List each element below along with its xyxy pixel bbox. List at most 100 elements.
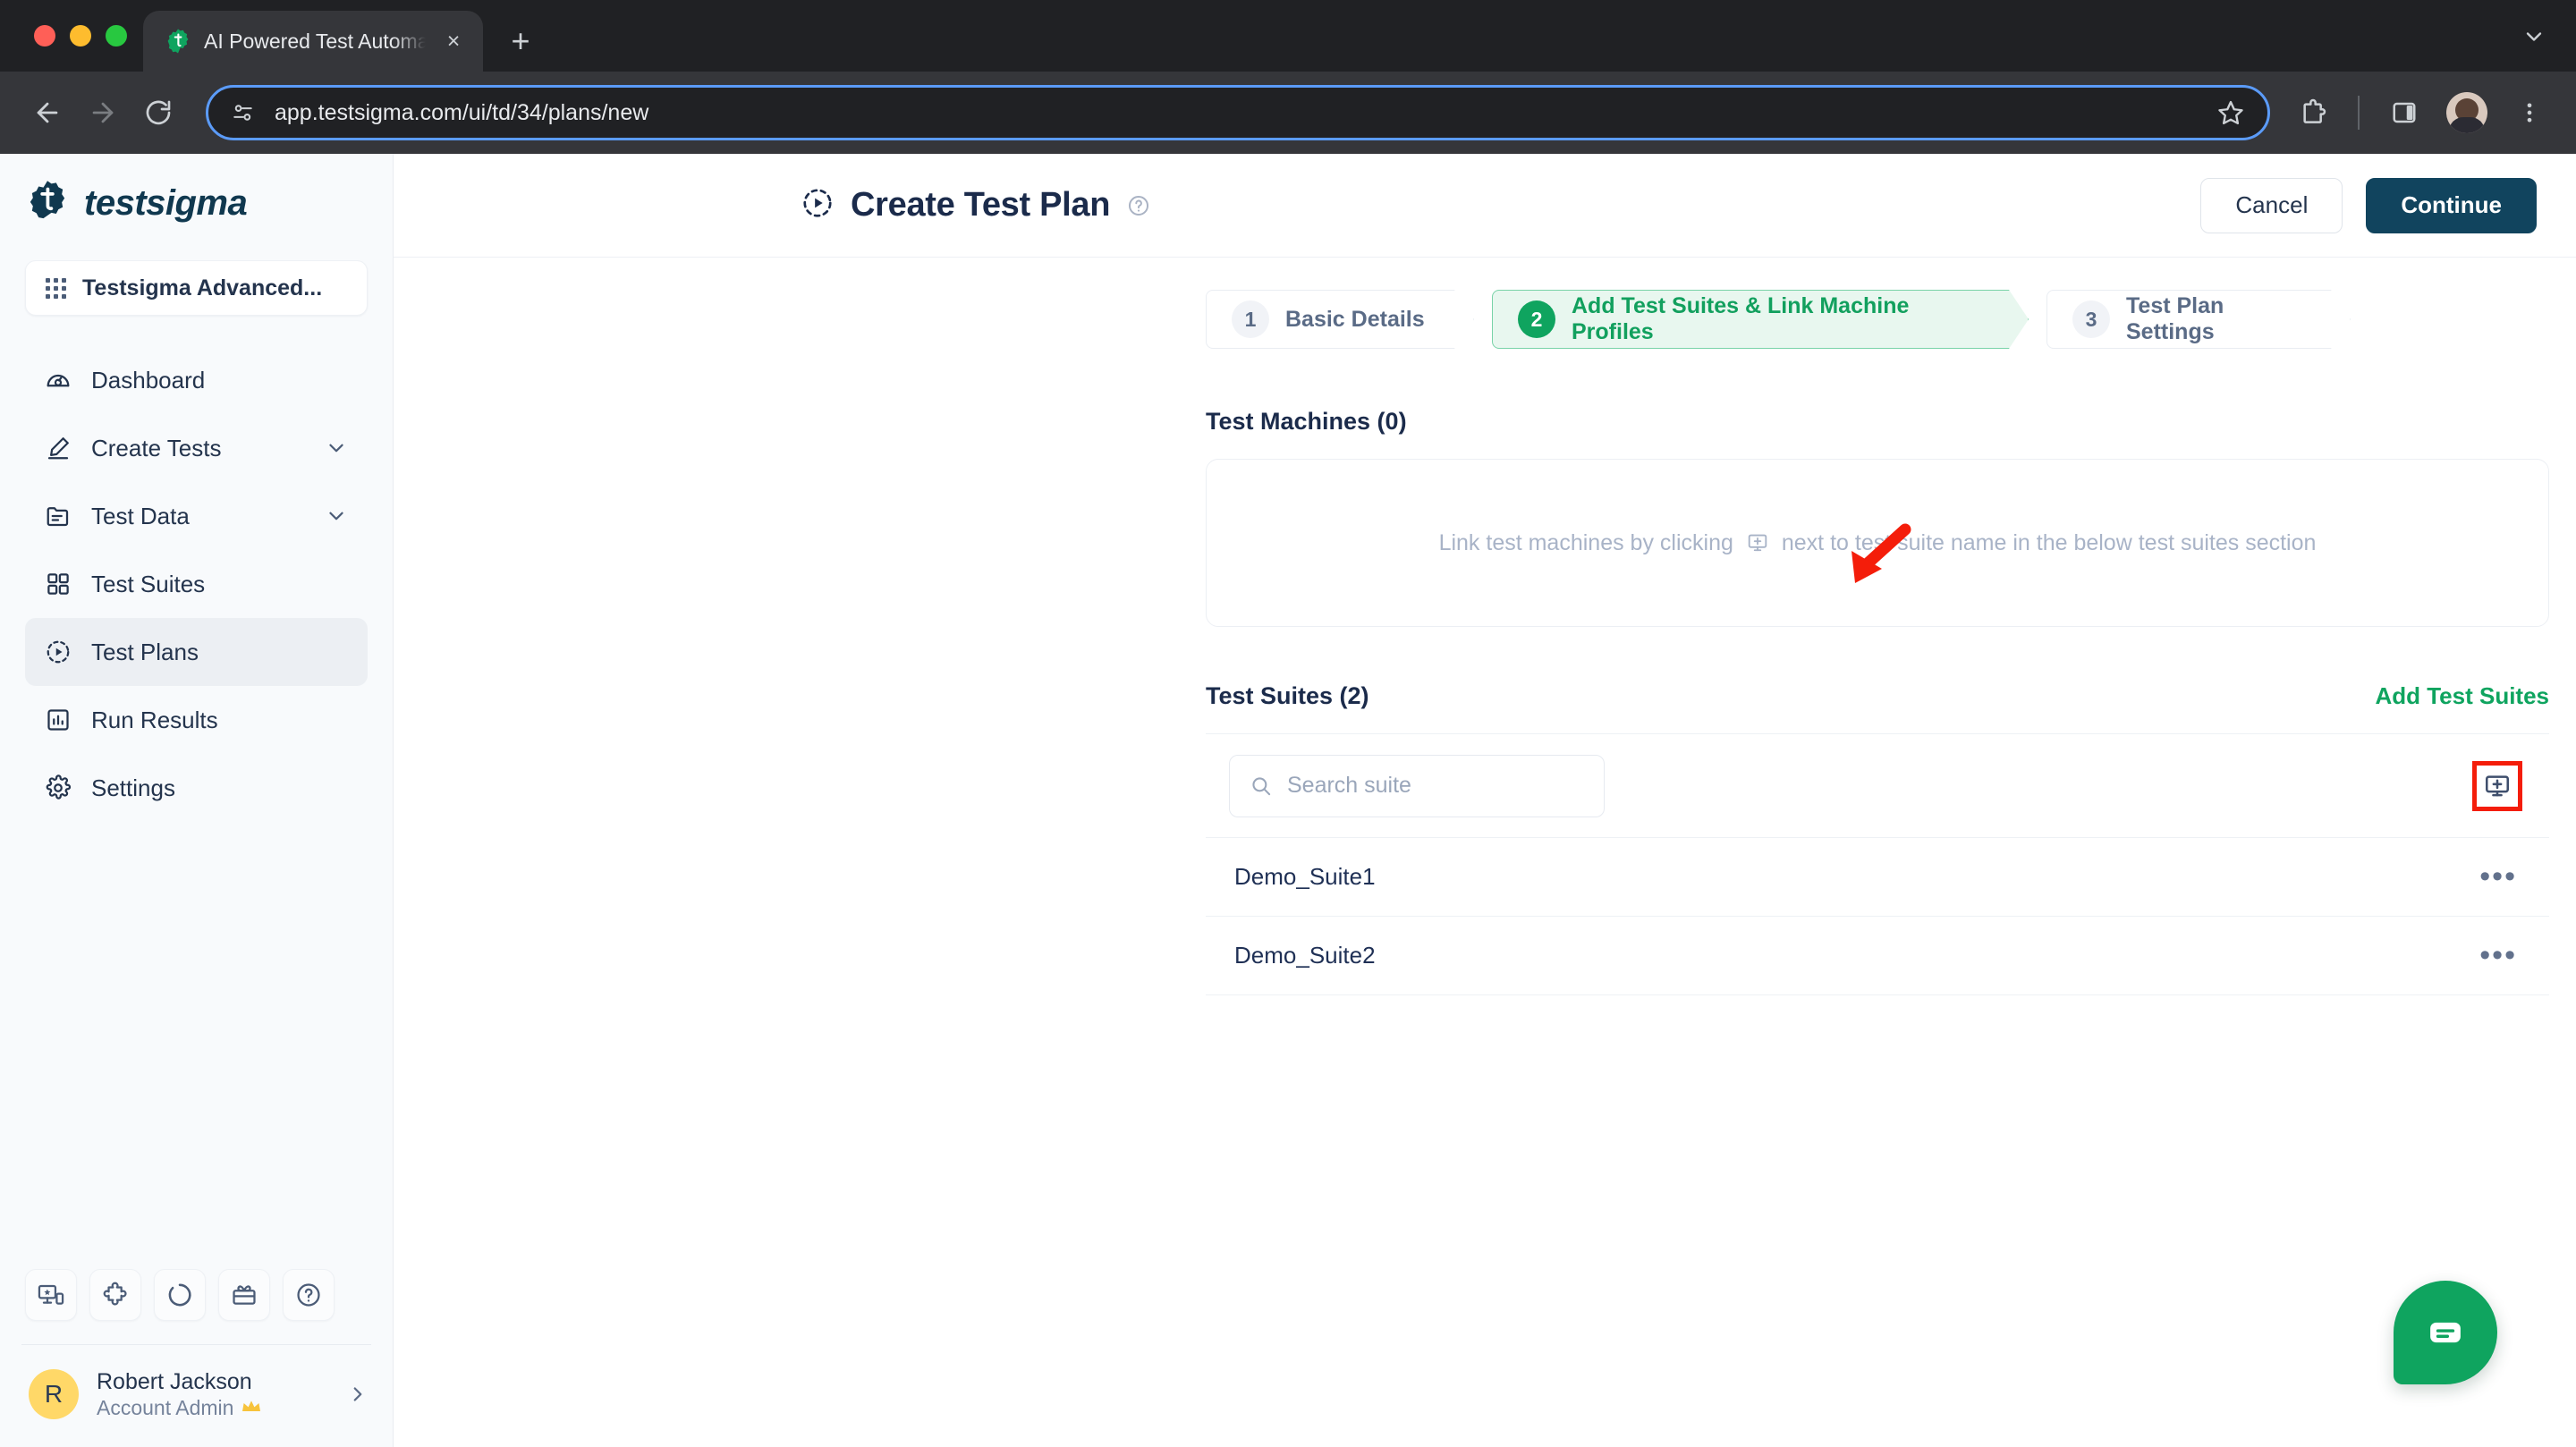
sidebar-item-test-suites[interactable]: Test Suites [25,550,368,618]
puzzle-icon[interactable] [89,1268,141,1321]
gauge-icon [45,367,72,393]
chevron-down-icon[interactable] [2512,14,2556,59]
sidebar-item-label: Test Suites [91,570,206,597]
step-number: 3 [2072,300,2110,338]
step-label: Test Plan Settings [2126,293,2224,344]
toolbar-right-icons [2286,86,2556,140]
search-icon [1250,774,1273,798]
sidebar-bottom: R Robert Jackson Account Admin [0,1268,393,1447]
logo-text: testsigma [84,183,248,223]
project-selector[interactable]: Testsigma Advanced... [25,260,368,316]
chat-widget-button[interactable] [2394,1281,2497,1384]
sidebar-item-settings[interactable]: Settings [25,754,368,822]
play-circle-dashed-icon [801,186,835,224]
suite-name: Demo_Suite2 [1234,942,1376,969]
sidebar-item-label: Dashboard [91,366,206,393]
chrome-menu-icon[interactable] [2503,86,2556,140]
project-name: Testsigma Advanced... [82,275,323,300]
content-inner: 1 Basic Details 2 Add Test Suites & Link… [1206,290,2549,995]
sidebar-item-test-plans[interactable]: Test Plans [25,618,368,686]
close-window-button[interactable] [34,25,55,47]
chevron-down-icon[interactable] [325,504,348,528]
page-info-icon[interactable] [232,101,255,124]
step-number: 2 [1518,300,1555,338]
step-add-test-suites[interactable]: 2 Add Test Suites & Link Machine Profile… [1492,290,2029,349]
table-row[interactable]: Demo_Suite2 ••• [1206,917,2549,995]
folder-list-icon [45,503,72,529]
forward-arrow-icon[interactable] [75,85,131,140]
test-machines-empty-state: Link test machines by clicking next to t… [1206,459,2549,627]
step-basic-details[interactable]: 1 Basic Details [1206,290,1474,349]
continue-button[interactable]: Continue [2366,177,2537,233]
user-info: Robert Jackson Account Admin [97,1368,262,1420]
devices-star-icon[interactable] [25,1268,77,1321]
progress-ring-icon[interactable] [154,1268,206,1321]
avatar [2446,92,2487,133]
test-suites-toolbar: Search suite [1206,734,2549,838]
browser-tabstrip: AI Powered Test Automation × + [0,0,2576,72]
help-circle-icon[interactable] [1126,193,1151,218]
window-controls [21,0,143,72]
user-profile-row[interactable]: R Robert Jackson Account Admin [0,1345,393,1447]
app-page: testsigma Testsigma Advanced... Dashboar… [0,154,2576,1447]
chevron-right-icon[interactable] [346,1383,369,1406]
testsigma-gear-icon [25,179,70,228]
url-text: app.testsigma.com/ui/td/34/plans/new [275,99,649,125]
suite-name: Demo_Suite1 [1234,863,1376,890]
browser-window: AI Powered Test Automation × + app.test [0,0,2576,1447]
sidebar-item-label: Run Results [91,706,218,733]
user-role-label: Account Admin [97,1396,234,1419]
bar-chart-box-icon [45,707,72,733]
page-title: Create Test Plan [851,186,1111,224]
side-panel-icon[interactable] [2377,86,2431,140]
pencil-icon [45,435,72,461]
search-placeholder: Search suite [1287,773,1411,798]
app-sidebar: testsigma Testsigma Advanced... Dashboar… [0,154,394,1447]
user-name: Robert Jackson [97,1368,252,1394]
play-circle-dashed-icon [45,639,72,665]
sidebar-item-label: Settings [91,774,175,801]
apps-grid-icon [46,277,66,299]
sidebar-item-label: Test Plans [91,638,199,665]
tab-close-icon[interactable]: × [438,26,469,56]
empty-state-prefix: Link test machines by clicking [1438,529,1733,555]
cancel-button[interactable]: Cancel [2200,177,2343,233]
test-suites-heading: Test Suites (2) [1206,682,1369,709]
step-test-plan-settings[interactable]: 3 Test Plan Settings [2046,290,2351,349]
chat-bubble-icon [2425,1312,2466,1353]
star-icon[interactable] [2217,99,2244,126]
extensions-puzzle-icon[interactable] [2286,86,2340,140]
gift-icon[interactable] [218,1268,270,1321]
crown-icon [241,1396,262,1420]
step-number: 1 [1232,300,1269,338]
sidebar-item-create-tests[interactable]: Create Tests [25,414,368,482]
monitor-plus-icon [1746,531,1769,554]
add-machine-button[interactable] [2472,760,2522,811]
maximize-window-button[interactable] [106,25,127,47]
test-machines-heading: Test Machines (0) [1206,408,1407,435]
table-row[interactable]: Demo_Suite1 ••• [1206,838,2549,917]
browser-tab[interactable]: AI Powered Test Automation × [143,11,483,72]
browser-toolbar: app.testsigma.com/ui/td/34/plans/new [0,72,2576,154]
sidebar-item-test-data[interactable]: Test Data [25,482,368,550]
new-tab-button[interactable]: + [496,16,546,66]
address-bar[interactable]: app.testsigma.com/ui/td/34/plans/new [206,85,2270,140]
sidebar-nav: Dashboard Create Tests Test Data Test Su… [0,346,393,822]
search-suite-input[interactable]: Search suite [1229,754,1605,817]
sidebar-tool-row [0,1268,393,1344]
sidebar-item-dashboard[interactable]: Dashboard [25,346,368,414]
tab-title: AI Powered Test Automation [204,29,426,53]
sidebar-item-run-results[interactable]: Run Results [25,686,368,754]
add-test-suites-link[interactable]: Add Test Suites [2375,682,2549,710]
row-menu-icon[interactable]: ••• [2479,861,2517,891]
help-circle-icon[interactable] [283,1268,335,1321]
step-label: Add Test Suites & Link Machine Profiles [1572,293,1910,344]
user-role: Account Admin [97,1396,262,1420]
reload-icon[interactable] [131,85,186,140]
profile-avatar[interactable] [2440,86,2494,140]
minimize-window-button[interactable] [70,25,91,47]
chevron-down-icon[interactable] [325,436,348,460]
row-menu-icon[interactable]: ••• [2479,940,2517,969]
app-logo[interactable]: testsigma [0,154,393,248]
back-arrow-icon[interactable] [20,85,75,140]
